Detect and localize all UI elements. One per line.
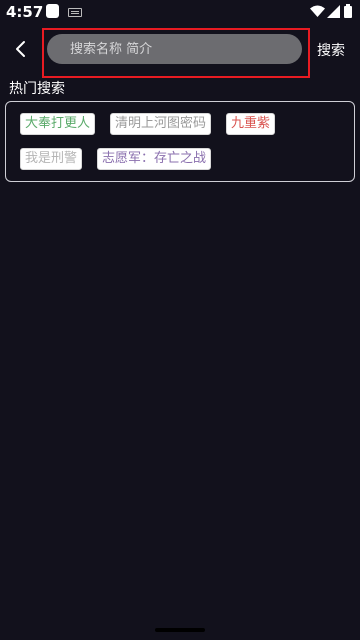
status-time: 4:57 xyxy=(6,3,44,21)
wifi-icon xyxy=(310,5,325,17)
hot-tag-item[interactable]: 九重紫 xyxy=(226,113,276,135)
hot-search-panel: 大奉打更人 清明上河图密码 九重紫 我是刑警 志愿军：存亡之战 xyxy=(5,101,355,182)
status-bar: 4:57 xyxy=(0,0,360,24)
hot-tag-item[interactable]: 志愿军：存亡之战 xyxy=(97,148,212,170)
search-input[interactable] xyxy=(70,34,290,64)
keyboard-icon xyxy=(68,8,82,17)
hot-tag-item[interactable]: 大奉打更人 xyxy=(20,113,96,135)
search-button[interactable]: 搜索 xyxy=(317,40,345,60)
hot-tag-item[interactable]: 我是刑警 xyxy=(20,148,83,170)
signal-icon xyxy=(327,5,340,18)
battery-icon xyxy=(344,4,352,18)
hot-search-title: 热门搜索 xyxy=(9,81,65,97)
gesture-nav-bar xyxy=(155,628,205,632)
hot-tag-item[interactable]: 清明上河图密码 xyxy=(110,113,212,135)
chevron-left-icon[interactable] xyxy=(8,36,34,62)
search-box[interactable] xyxy=(47,34,302,64)
app-notification-icon xyxy=(46,4,59,18)
